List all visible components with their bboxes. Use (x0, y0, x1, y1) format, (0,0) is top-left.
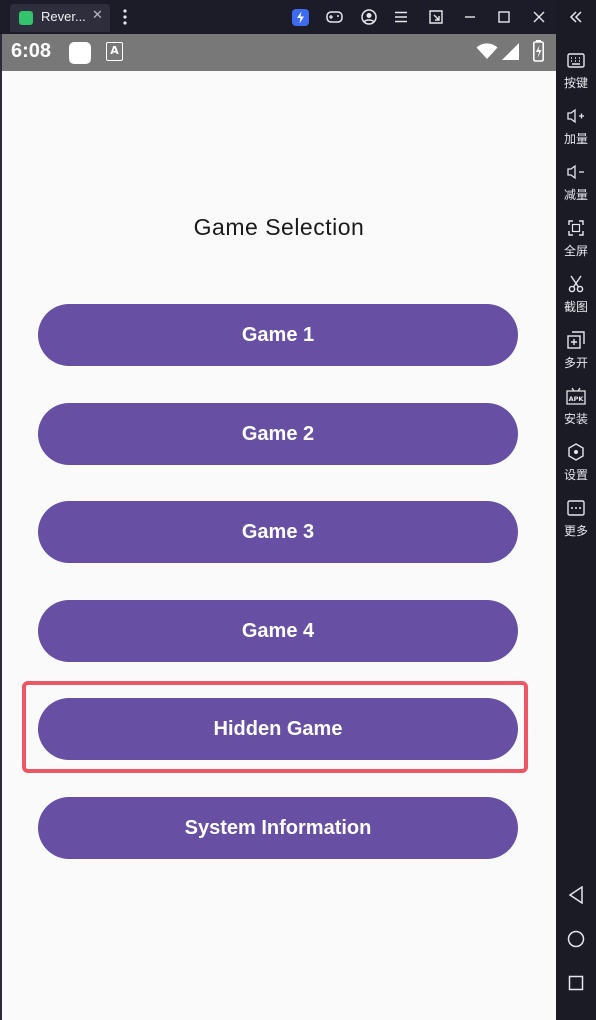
keyboard-icon (566, 50, 586, 70)
sidebar-item-settings[interactable]: 设置 (556, 440, 596, 492)
boost-icon[interactable] (291, 8, 309, 26)
android-screen: 6:08 A Game Selection Game 1 Game 2 Game… (0, 34, 556, 1020)
sidebar-item-fullscreen[interactable]: 全屏 (556, 216, 596, 268)
multi-instance-icon (566, 330, 586, 350)
battery-charging-icon (533, 40, 544, 66)
status-bar: 6:08 A (2, 34, 556, 71)
volume-up-icon (566, 106, 586, 126)
sidebar-item-screenshot[interactable]: 截图 (556, 272, 596, 324)
notification-a-icon: A (106, 42, 123, 61)
android-app-icon (19, 11, 33, 25)
app-tab[interactable]: Rever... ✕ (10, 4, 110, 32)
tab-close-icon[interactable]: ✕ (92, 8, 103, 23)
maximize-icon[interactable] (495, 8, 513, 26)
page-title: Game Selection (193, 214, 365, 240)
game-1-button[interactable]: Game 1 (38, 304, 518, 366)
game-2-button[interactable]: Game 2 (38, 403, 518, 465)
fullscreen-icon (566, 218, 586, 238)
notification-app-icon (69, 42, 91, 64)
status-time: 6:08 (11, 40, 52, 62)
window-titlebar: Rever... ✕ (0, 0, 556, 34)
sidebar-item-label: 全屏 (563, 244, 588, 258)
gamepad-icon[interactable] (325, 8, 343, 26)
sidebar-item-label: 多开 (563, 356, 588, 370)
sidebar-item-more[interactable]: 更多 (556, 496, 596, 548)
settings-icon (566, 442, 586, 462)
collapse-chevrons-icon[interactable] (567, 8, 585, 26)
sidebar-item-install[interactable]: APK 安装 (556, 384, 596, 436)
tab-title: Rever... (41, 9, 86, 24)
svg-text:APK: APK (569, 395, 585, 403)
back-icon[interactable] (566, 885, 586, 905)
sidebar-item-label: 按键 (563, 76, 588, 90)
sidebar-item-label: 减量 (563, 188, 588, 202)
more-icon (566, 498, 586, 518)
volume-down-icon (566, 162, 586, 182)
close-icon[interactable] (530, 8, 548, 26)
wifi-icon (476, 43, 498, 64)
cellular-signal-icon (502, 43, 519, 64)
kebab-menu-icon[interactable] (116, 8, 134, 26)
hidden-game-button[interactable]: Hidden Game (38, 698, 518, 760)
sidebar-item-volume-up[interactable]: 加量 (556, 104, 596, 156)
scissors-icon (566, 274, 586, 294)
sidebar-item-label: 更多 (563, 524, 588, 538)
sidebar-item-label: 设置 (563, 468, 588, 482)
game-3-button[interactable]: Game 3 (38, 501, 518, 563)
home-icon[interactable] (566, 929, 586, 949)
system-information-button[interactable]: System Information (38, 797, 518, 859)
minimize-icon[interactable] (461, 8, 479, 26)
sidebar-item-label: 加量 (563, 132, 588, 146)
sidebar-item-label: 安装 (563, 412, 588, 426)
emulator-toolbar: 按键 加量 减量 全屏 截图 多开 APK 安装 设置 更多 (556, 0, 596, 1020)
menu-icon[interactable] (392, 8, 410, 26)
sidebar-item-label: 截图 (563, 300, 588, 314)
sidebar-item-volume-down[interactable]: 减量 (556, 160, 596, 212)
account-icon[interactable] (360, 8, 378, 26)
recents-icon[interactable] (566, 973, 586, 993)
apk-icon: APK (566, 386, 586, 406)
sidebar-item-multi-instance[interactable]: 多开 (556, 328, 596, 380)
popout-icon[interactable] (427, 8, 445, 26)
sidebar-item-keys[interactable]: 按键 (556, 48, 596, 100)
game-4-button[interactable]: Game 4 (38, 600, 518, 662)
